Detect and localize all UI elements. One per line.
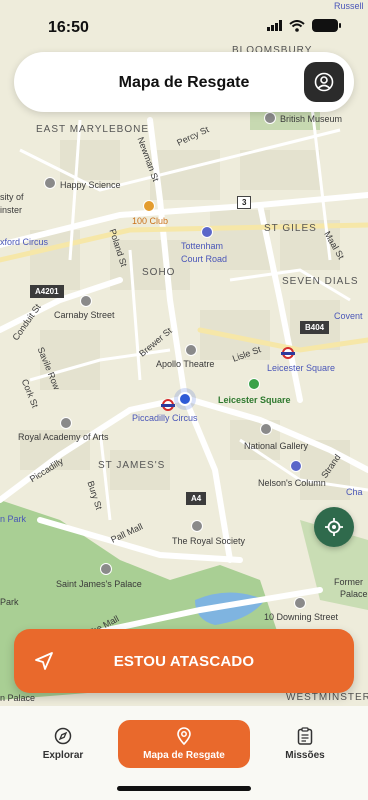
nav-label: Mapa de Resgate: [143, 750, 225, 761]
home-indicator: [117, 786, 251, 791]
nav-item-explore[interactable]: Explorar: [28, 720, 98, 768]
place-label: Former: [334, 577, 363, 587]
institution-icon: [191, 520, 203, 532]
place-label: Happy Science: [60, 180, 121, 190]
clipboard-list-icon: [297, 727, 313, 745]
place-label: Tottenham: [181, 241, 224, 251]
shopping-icon: [80, 295, 92, 307]
header-card: Mapa de Resgate: [14, 52, 354, 112]
place-label: Park: [0, 597, 19, 607]
tube-station-icon: [161, 399, 175, 411]
gallery-icon: [60, 417, 72, 429]
place-label: Cha: [346, 487, 363, 497]
park-icon: [248, 378, 260, 390]
nav-item-rescue-map[interactable]: Mapa de Resgate: [118, 720, 250, 768]
place-label: The Royal Society: [172, 536, 246, 546]
music-venue-icon: [143, 200, 155, 212]
place-label-cont: Court Road: [181, 254, 228, 264]
place-label: 10 Downing Street: [264, 612, 339, 622]
place-label: n Palace: [0, 693, 36, 703]
place-label: 100 Club: [132, 216, 169, 226]
place-label: Covent: [334, 311, 363, 321]
road-shield: B404: [300, 321, 330, 334]
crosshair-location-icon: [325, 518, 343, 536]
map-pin-icon: [177, 727, 191, 745]
monument-icon: [290, 460, 302, 472]
cellular-signal-icon: [267, 20, 282, 31]
area-label: ST GILES: [264, 223, 317, 234]
area-label: EAST MARYLEBONE: [36, 124, 149, 135]
place-label: Leicester Square: [267, 363, 336, 373]
place-label: National Gallery: [244, 441, 309, 451]
place-label: sity of: [0, 192, 24, 202]
recenter-location-button[interactable]: [314, 507, 354, 547]
page-title: Mapa de Resgate: [118, 74, 250, 91]
nav-label: Explorar: [42, 750, 84, 761]
place-label: inster: [0, 205, 23, 215]
user-circle-icon: [314, 72, 334, 92]
gallery-icon: [260, 423, 272, 435]
place-label: Royal Academy of Arts: [18, 432, 109, 442]
station-icon: [201, 226, 213, 238]
museum-icon: [264, 112, 276, 124]
road-shield: A4: [186, 492, 207, 505]
tube-station-icon: [281, 347, 295, 359]
profile-button[interactable]: [304, 62, 344, 102]
stuck-help-button[interactable]: ESTOU ATASCADO: [14, 629, 354, 693]
place-label: n Park: [0, 514, 27, 524]
area-label: SEVEN DIALS: [282, 276, 359, 287]
theatre-icon: [185, 344, 197, 356]
place-label: British Museum: [280, 114, 343, 124]
area-label: WESTMINSTER: [286, 692, 368, 703]
landmark-icon: [294, 597, 306, 609]
status-bar: 16:50: [0, 0, 368, 48]
temple-icon: [44, 177, 56, 189]
status-time: 16:50: [48, 19, 89, 36]
place-label: Leicester Square: [218, 395, 291, 405]
road-shield: 3: [237, 196, 252, 209]
area-label: ST JAMES'S: [98, 460, 166, 471]
area-label: SOHO: [142, 267, 176, 278]
user-location-marker: [178, 392, 192, 406]
place-label: Piccadilly Circus: [132, 413, 198, 423]
palace-icon: [100, 563, 112, 575]
battery-icon: [312, 19, 341, 32]
wifi-icon: [289, 19, 305, 32]
place-label: Apollo Theatre: [156, 359, 215, 369]
status-icons: [267, 19, 341, 32]
road-shield: A4201: [30, 285, 64, 298]
place-label: Palace: [340, 589, 368, 599]
place-label: xford Circus: [0, 237, 49, 247]
stuck-help-label: ESTOU ATASCADO: [113, 653, 255, 670]
nav-label: Missões: [285, 750, 325, 761]
place-label: Nelson's Column: [258, 478, 326, 488]
place-label: Saint James's Palace: [56, 579, 142, 589]
nav-item-missions[interactable]: Missões: [270, 720, 340, 768]
compass-icon: [54, 727, 72, 745]
place-label: Carnaby Street: [54, 310, 115, 320]
